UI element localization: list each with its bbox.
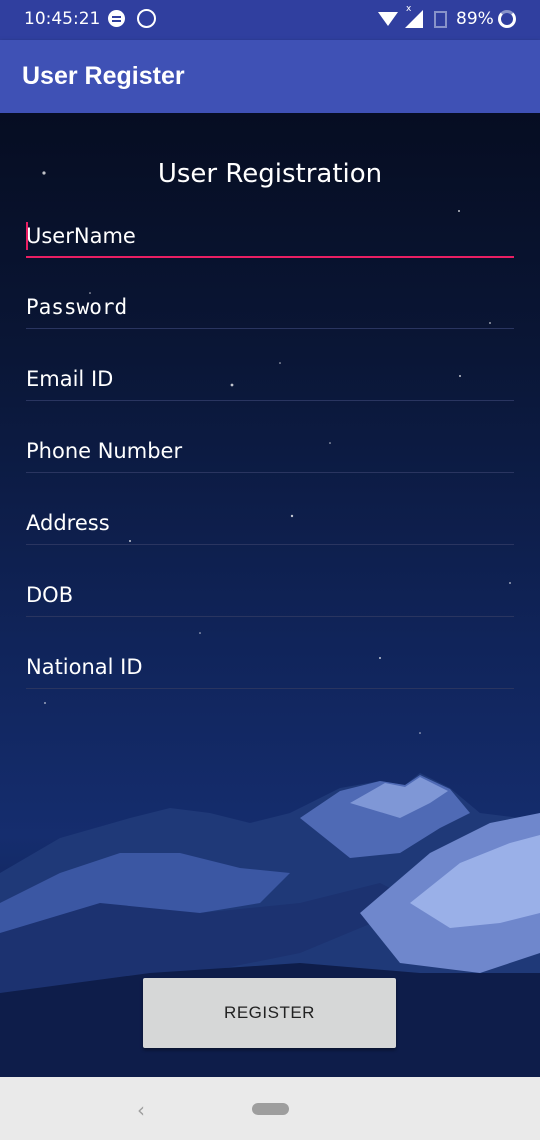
phone-number-hint: Phone Number bbox=[26, 439, 183, 463]
no-sim-icon bbox=[434, 11, 447, 28]
text-caret bbox=[26, 222, 28, 250]
username-hint: UserName bbox=[26, 224, 136, 248]
app-title: User Register bbox=[22, 62, 185, 90]
battery-percent: 89% bbox=[456, 9, 494, 29]
app-bar: User Register bbox=[0, 40, 540, 113]
password-hint: Password bbox=[26, 295, 128, 319]
wifi-icon bbox=[378, 12, 398, 26]
email-hint: Email ID bbox=[26, 367, 114, 391]
username-field[interactable]: UserName bbox=[26, 214, 514, 258]
battery-ring-icon bbox=[498, 10, 516, 28]
register-button[interactable]: REGISTER bbox=[143, 978, 396, 1048]
home-pill-icon[interactable] bbox=[252, 1103, 289, 1115]
message-notification-icon bbox=[108, 10, 125, 27]
form-heading: User Registration bbox=[157, 159, 383, 189]
status-bar: 10:45:21 x 89% bbox=[0, 0, 540, 40]
phone-number-field[interactable]: Phone Number bbox=[26, 429, 514, 473]
status-time: 10:45:21 bbox=[24, 9, 101, 29]
password-field[interactable]: Password bbox=[26, 285, 514, 329]
whatsapp-notification-icon bbox=[137, 9, 156, 28]
registration-screen: User Registration UserName Password Emai… bbox=[0, 113, 540, 1077]
email-field[interactable]: Email ID bbox=[26, 357, 514, 401]
no-data-icon: x bbox=[406, 4, 412, 14]
national-id-field[interactable]: National ID bbox=[26, 645, 514, 689]
dob-hint: DOB bbox=[26, 583, 74, 607]
national-id-hint: National ID bbox=[26, 655, 143, 679]
back-icon[interactable]: ‹ bbox=[137, 1098, 145, 1122]
system-nav-bar: ‹ bbox=[0, 1077, 540, 1140]
address-field[interactable]: Address bbox=[26, 501, 514, 545]
dob-field[interactable]: DOB bbox=[26, 573, 514, 617]
address-hint: Address bbox=[26, 511, 110, 535]
